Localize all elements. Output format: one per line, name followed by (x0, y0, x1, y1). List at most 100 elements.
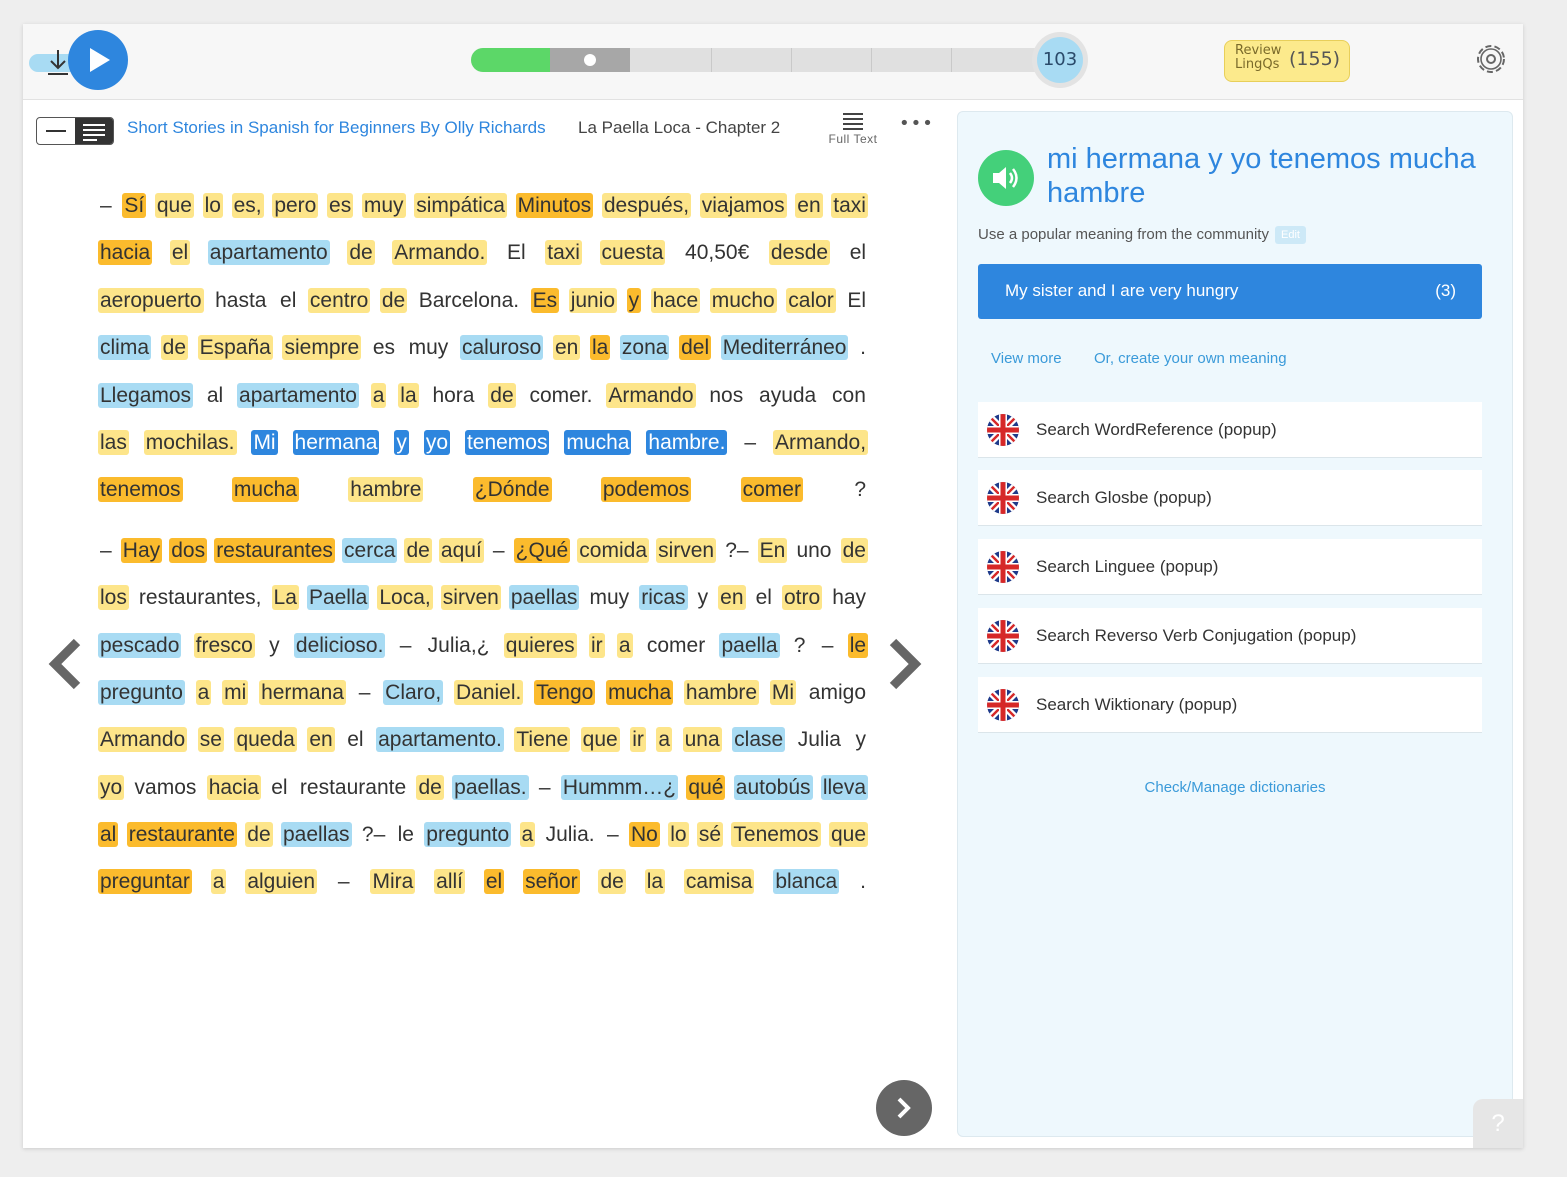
create-meaning-link[interactable]: Or, create your own meaning (1094, 350, 1287, 367)
lesson-word[interactable]: Paella (306, 585, 370, 611)
lesson-word[interactable]: España (197, 335, 273, 361)
lesson-word[interactable]: Hummm…¿ (560, 774, 679, 800)
dictionary-wordreference[interactable]: Search WordReference (popup) (978, 402, 1482, 458)
lesson-word[interactable]: hacia (98, 240, 153, 266)
lesson-word[interactable]: sé (696, 822, 724, 848)
lesson-word[interactable]: después, (601, 193, 692, 218)
lesson-word[interactable]: No (628, 822, 660, 848)
lesson-word[interactable]: y (626, 287, 642, 313)
dictionary-glosbe[interactable]: Search Glosbe (popup) (978, 470, 1482, 526)
lesson-word[interactable]: Armando (606, 382, 696, 408)
chevron-right-icon[interactable] (885, 636, 925, 692)
lesson-word[interactable]: a (210, 869, 227, 895)
lesson-word[interactable]: preguntar (98, 869, 192, 895)
lesson-word[interactable]: Minutos (515, 193, 594, 218)
lesson-word[interactable]: en (307, 727, 335, 753)
lesson-word[interactable]: restaurantes (214, 537, 335, 563)
lesson-word[interactable]: señor (523, 869, 580, 895)
lesson-word[interactable]: a (195, 679, 212, 705)
lesson-word[interactable]: hacia (206, 774, 261, 800)
lesson-word[interactable]: el (483, 869, 505, 895)
lesson-word[interactable]: una (682, 727, 722, 753)
lesson-word[interactable]: lleva (820, 774, 869, 800)
lesson-word[interactable]: de (347, 240, 375, 266)
lesson-word[interactable]: mochilas. (143, 429, 237, 455)
lesson-word[interactable]: muy (361, 193, 406, 218)
lesson-word[interactable]: dos (169, 537, 208, 563)
lesson-word[interactable]: de (488, 382, 516, 408)
lesson-word[interactable]: de (404, 537, 432, 563)
lesson-word[interactable]: otro (781, 585, 823, 611)
lesson-word[interactable]: cuesta (599, 240, 666, 266)
progress-knob[interactable] (584, 54, 596, 66)
lesson-word[interactable]: taxi (831, 193, 868, 218)
lesson-word[interactable]: los (98, 585, 129, 611)
lesson-word[interactable]: clase (732, 727, 786, 753)
lesson-word[interactable]: paellas (508, 585, 580, 611)
lesson-word[interactable]: tenemos (98, 477, 183, 503)
lesson-word[interactable]: Mira (370, 869, 416, 895)
lesson-word[interactable]: a (370, 382, 387, 408)
lesson-word[interactable]: la (644, 869, 666, 895)
play-button[interactable] (68, 30, 128, 90)
lesson-word[interactable]: ricas (639, 585, 688, 611)
lesson-word[interactable]: qué (686, 774, 726, 800)
book-title-link[interactable]: Short Stories in Spanish for Beginners B… (127, 118, 546, 138)
lesson-word[interactable]: mucha (564, 429, 632, 455)
lesson-word[interactable]: apartamento (237, 382, 359, 408)
lesson-word[interactable]: yo (98, 774, 125, 800)
lesson-word[interactable]: allí (434, 869, 466, 895)
lesson-word[interactable]: sirven (656, 537, 717, 563)
lesson-word[interactable]: en (552, 335, 581, 361)
lesson-word[interactable]: paellas. (452, 774, 529, 800)
lesson-word[interactable]: la (398, 382, 419, 408)
edit-button[interactable]: Edit (1274, 226, 1306, 245)
lesson-word[interactable]: Armando, (773, 429, 869, 455)
lesson-word[interactable]: aquí (438, 537, 484, 563)
lesson-word[interactable]: la (589, 335, 611, 361)
lesson-word[interactable]: yo (423, 429, 450, 455)
lesson-word[interactable]: a (616, 632, 633, 658)
lesson-word[interactable]: restaurante (126, 822, 237, 848)
full-text-button[interactable]: Full Text (821, 111, 885, 146)
lesson-word[interactable]: que (828, 822, 869, 848)
lesson-word[interactable]: pregunto (424, 822, 512, 848)
lesson-word[interactable]: pero (272, 193, 319, 218)
lesson-word[interactable]: ir (630, 727, 646, 753)
lesson-word[interactable]: autobús (733, 774, 813, 800)
lesson-word[interactable]: cerca (342, 537, 398, 563)
lesson-word[interactable]: apartamento (207, 240, 330, 266)
lesson-word[interactable]: podemos (600, 477, 692, 503)
lesson-word[interactable]: camisa (683, 869, 755, 895)
lesson-word[interactable]: que (154, 193, 194, 218)
lesson-word[interactable]: delicioso. (293, 632, 386, 658)
lesson-word[interactable]: de (379, 287, 408, 313)
lesson-word[interactable]: taxi (545, 240, 582, 266)
lesson-word[interactable]: es (327, 193, 354, 218)
meaning-option[interactable]: My sister and I are very hungry (3) (978, 264, 1482, 319)
lesson-word[interactable]: hambre (348, 477, 424, 503)
lesson-word[interactable]: centro (307, 287, 371, 313)
lesson-word[interactable]: simpática (414, 193, 507, 218)
manage-dictionaries-link[interactable]: Check/Manage dictionaries (958, 779, 1512, 796)
lesson-word[interactable]: Hay (120, 537, 163, 563)
view-more-link[interactable]: View more (991, 350, 1062, 367)
lesson-word[interactable]: es, (231, 193, 264, 218)
lesson-word[interactable]: paella (719, 632, 780, 658)
gear-icon[interactable] (1472, 40, 1510, 78)
sentence-view-icon[interactable] (37, 118, 75, 144)
lesson-word[interactable]: viajamos (699, 193, 787, 218)
lesson-progress-bar[interactable] (471, 48, 1059, 72)
lesson-word[interactable]: mucha (231, 477, 299, 503)
page-number-badge[interactable]: 103 (1032, 32, 1088, 88)
lesson-word[interactable]: queda (234, 727, 297, 753)
lesson-word[interactable]: Armando (98, 727, 188, 753)
lesson-word[interactable]: Mediterráneo (720, 335, 849, 361)
lesson-word[interactable]: de (416, 774, 444, 800)
lesson-word[interactable]: hermana (292, 429, 380, 455)
lesson-word[interactable]: se (197, 727, 224, 753)
lesson-word[interactable]: Mi (251, 429, 278, 455)
lesson-word[interactable]: las (98, 429, 129, 455)
lesson-word[interactable]: Tengo (534, 679, 596, 705)
dictionary-wiktionary[interactable]: Search Wiktionary (popup) (978, 677, 1482, 733)
